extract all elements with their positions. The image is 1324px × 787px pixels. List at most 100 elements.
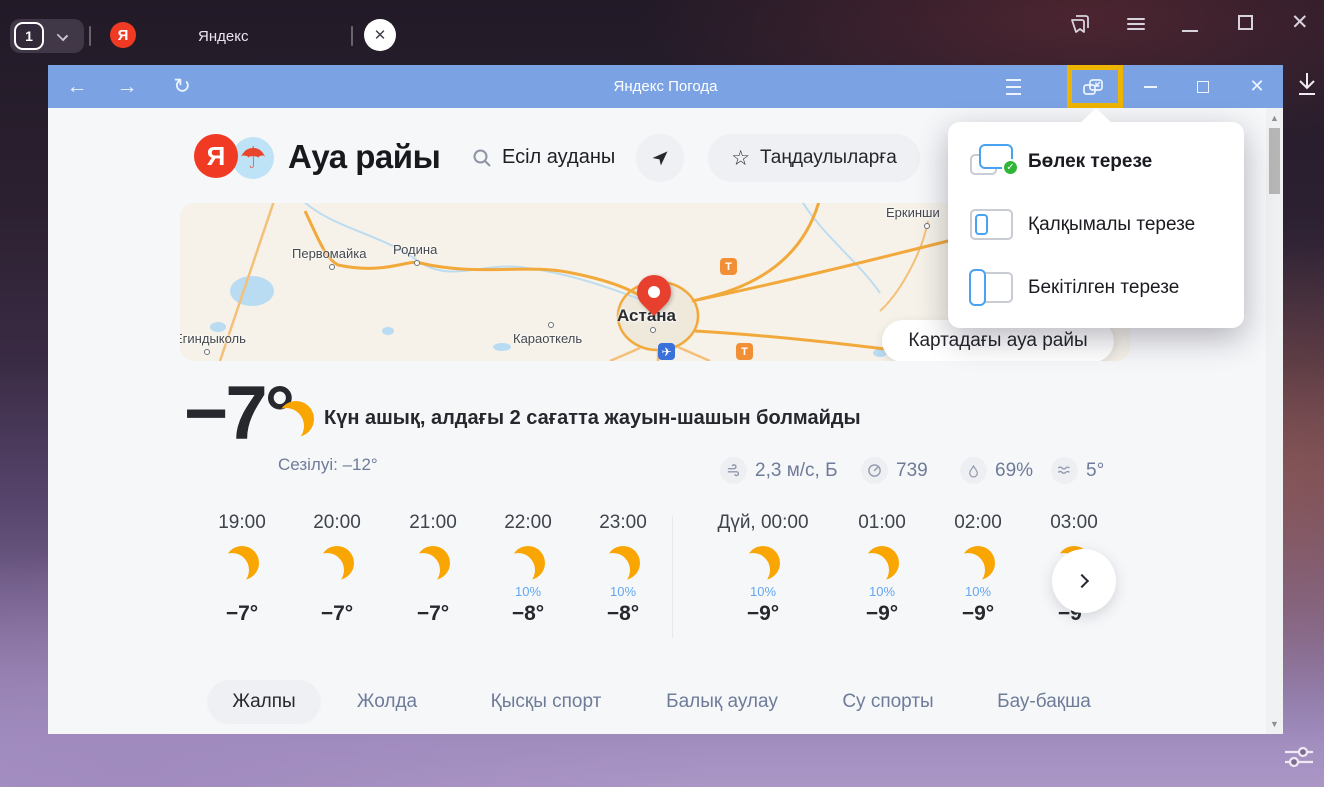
- search-input[interactable]: Есіл ауданы: [472, 146, 615, 169]
- hour-time: 01:00: [827, 512, 937, 534]
- clear-night-icon: [865, 546, 899, 580]
- clear-night-icon: [278, 401, 314, 437]
- hour-time: 03:00: [1019, 512, 1129, 534]
- transit-icon: Т: [720, 258, 737, 275]
- wind-value: 2,3 м/с, Б: [755, 460, 838, 482]
- tab-title[interactable]: Яндекс: [198, 28, 248, 45]
- hour-time: 23:00: [568, 512, 678, 534]
- tab-water-sport[interactable]: Су спорты: [841, 680, 935, 724]
- map-marker: [548, 322, 554, 328]
- precip-chance: 10%: [698, 584, 828, 600]
- scroll-up-icon[interactable]: ▲: [1266, 113, 1283, 123]
- clear-night-icon: [416, 546, 450, 580]
- search-value[interactable]: Есіл ауданы: [502, 146, 615, 169]
- hour-temp: −7°: [378, 602, 488, 626]
- chevron-down-icon[interactable]: [57, 30, 68, 41]
- hour-temp: −8°: [473, 602, 583, 626]
- tab-winter-sport[interactable]: Қысқы спорт: [487, 680, 605, 724]
- precip-chance: 10%: [923, 584, 1033, 600]
- scroll-down-icon[interactable]: ▼: [1266, 719, 1283, 729]
- tab-zhalpy[interactable]: Жалпы: [207, 680, 321, 724]
- settings-sliders-icon[interactable]: [1281, 740, 1317, 779]
- tab-garden[interactable]: Бау-бақша: [996, 680, 1092, 724]
- menu-pointer: [1080, 108, 1112, 123]
- next-hours-button[interactable]: [1052, 549, 1116, 613]
- tab-fishing[interactable]: Балық аулау: [666, 680, 778, 724]
- tab-counter[interactable]: 1: [14, 22, 44, 50]
- menu-item-separate-window[interactable]: ✓ Бөлек терезе: [948, 131, 1244, 193]
- hour-temp: −9°: [923, 602, 1033, 626]
- close-tab-button[interactable]: ✕: [364, 19, 396, 51]
- hourly-forecast-item[interactable]: 23:00 10% −8°: [568, 512, 678, 626]
- hourly-forecast-item[interactable]: 21:00 −7°: [378, 512, 488, 626]
- current-temperature: −7°: [184, 370, 292, 457]
- clear-night-icon: [746, 546, 780, 580]
- map-marker: [650, 327, 656, 333]
- page-menu-icon[interactable]: [996, 65, 1030, 108]
- hourly-forecast-item[interactable]: Дүй, 00:00 10% −9°: [698, 512, 828, 626]
- maximize-browser-button[interactable]: [1238, 15, 1253, 30]
- hour-temp: −7°: [187, 602, 297, 626]
- side-panel-icon[interactable]: [1068, 12, 1092, 41]
- condition-text: Күн ашық, алдағы 2 сағатта жауын-шашын б…: [324, 407, 861, 430]
- hourly-divider: [672, 516, 673, 638]
- window-mode-menu: ✓ Бөлек терезе Қалқымалы терезе Бекітілг…: [948, 122, 1244, 328]
- menu-item-pinned-window[interactable]: Бекітілген терезе: [948, 257, 1244, 319]
- download-icon[interactable]: [1294, 70, 1320, 103]
- hourly-forecast-item[interactable]: 02:00 10% −9°: [923, 512, 1033, 626]
- map-label: Егиндыколь: [180, 331, 246, 346]
- transit-icon: Т: [736, 343, 753, 360]
- map-marker: [204, 349, 210, 355]
- map-label: Караоткель: [513, 331, 582, 346]
- scrollbar[interactable]: ▲ ▼: [1266, 108, 1283, 734]
- clear-night-icon: [320, 546, 354, 580]
- pressure-icon: [861, 457, 888, 484]
- hour-time: 02:00: [923, 512, 1033, 534]
- tutorial-highlight-box: [1067, 65, 1123, 108]
- hourly-forecast-item[interactable]: 01:00 10% −9°: [827, 512, 937, 626]
- add-to-favorites-button[interactable]: ☆ Таңдаулыларға: [708, 134, 920, 182]
- wind-icon: [720, 457, 747, 484]
- map-label: Еркинши: [886, 205, 940, 220]
- browser-menu-icon[interactable]: [1127, 15, 1145, 33]
- chevron-right-icon: [1075, 574, 1089, 588]
- umbrella-logo-icon[interactable]: ☂: [232, 137, 274, 179]
- precip-chance: 10%: [473, 584, 583, 600]
- pinned-window-icon: [970, 268, 1018, 308]
- map-marker: [414, 260, 420, 266]
- floating-window-icon: [970, 205, 1018, 245]
- yandex-logo[interactable]: Я: [194, 134, 238, 178]
- maximize-window-button[interactable]: [1186, 65, 1220, 108]
- minimize-window-button[interactable]: [1133, 65, 1167, 108]
- minimize-browser-button[interactable]: [1182, 30, 1198, 32]
- star-icon: ☆: [731, 146, 750, 171]
- water-temp-metric: 5°: [1051, 457, 1104, 484]
- menu-item-floating-window[interactable]: Қалқымалы терезе: [948, 194, 1244, 256]
- location-arrow-icon: [650, 148, 670, 168]
- search-icon: [472, 148, 492, 168]
- hourly-forecast-item[interactable]: 22:00 10% −8°: [473, 512, 583, 626]
- separate-window-icon: ✓: [970, 142, 1018, 182]
- hour-time: Дүй, 00:00: [698, 512, 828, 534]
- hour-temp: −9°: [827, 602, 937, 626]
- tab-zholda[interactable]: Жолда: [354, 680, 420, 724]
- close-window-button[interactable]: ✕: [1240, 65, 1274, 108]
- locate-me-button[interactable]: [636, 134, 684, 182]
- favorites-label: Таңдаулыларға: [760, 147, 897, 169]
- scrollbar-thumb[interactable]: [1269, 128, 1280, 194]
- precip-chance: 10%: [568, 584, 678, 600]
- hourly-forecast-item[interactable]: 20:00 −7°: [282, 512, 392, 626]
- close-browser-button[interactable]: ✕: [1291, 13, 1309, 33]
- precip-chance: 10%: [827, 584, 937, 600]
- tab-group[interactable]: 1: [10, 19, 84, 53]
- tab-separator: [351, 26, 353, 46]
- page-title[interactable]: Ауа райы: [288, 138, 440, 176]
- hour-temp: −8°: [568, 602, 678, 626]
- pressure-value: 739: [896, 460, 928, 482]
- clear-night-icon: [511, 546, 545, 580]
- yandex-favicon: Я: [110, 22, 136, 48]
- hour-temp: −7°: [282, 602, 392, 626]
- hour-time: 21:00: [378, 512, 488, 534]
- hourly-forecast-item[interactable]: 19:00 −7°: [187, 512, 297, 626]
- check-icon: ✓: [1002, 159, 1019, 176]
